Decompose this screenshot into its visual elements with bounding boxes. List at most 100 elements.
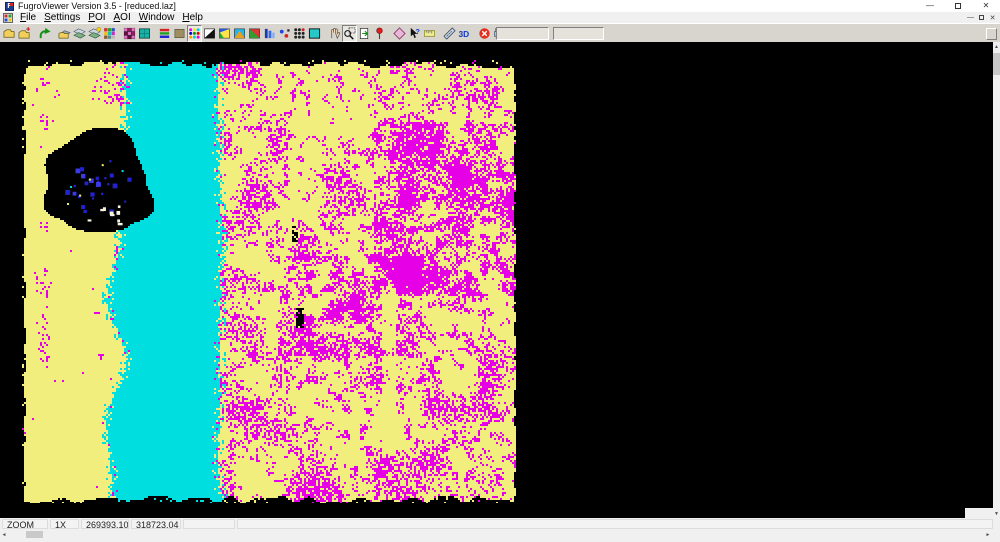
close-red-icon xyxy=(479,27,490,39)
mdi-restore-button[interactable] xyxy=(976,12,987,23)
reload-button[interactable] xyxy=(37,25,52,42)
layers-icon xyxy=(73,28,86,38)
status-bar: ZOOM 1X 269393.10 318723.04 xyxy=(0,518,1000,530)
classification-colors-icon xyxy=(189,27,200,39)
select-area-button[interactable] xyxy=(307,25,322,42)
toolbar-buttons: ? 3D xyxy=(2,24,522,42)
pan-hand-icon xyxy=(331,27,341,39)
close-view-button[interactable] xyxy=(477,25,492,42)
color-by-source-button[interactable] xyxy=(247,25,262,42)
color-by-rgb-button[interactable] xyxy=(217,25,232,42)
document-icon xyxy=(3,12,13,23)
open-project-button[interactable] xyxy=(57,25,72,42)
menu-window[interactable]: Window xyxy=(135,12,179,23)
title-bar: F FugroViewer Version 3.5 - [reduced.laz… xyxy=(0,0,1000,12)
mdi-close-button[interactable]: ✕ xyxy=(987,12,998,23)
elevation-colors-icon xyxy=(159,28,170,38)
rgb-split-icon xyxy=(219,28,230,38)
menu-settings[interactable]: Settings xyxy=(40,12,84,23)
maximize-button[interactable] xyxy=(944,0,972,12)
app-icon: F xyxy=(5,1,14,11)
intensity-bw-icon xyxy=(204,28,215,38)
view-3d-button[interactable]: 3D xyxy=(457,25,472,42)
scroll-up-arrow-icon[interactable]: ▲ xyxy=(993,42,1000,51)
help-cursor-icon: ? xyxy=(410,27,420,38)
status-cell-5 xyxy=(237,519,993,529)
measure-distance-button[interactable] xyxy=(442,25,457,42)
menu-poi[interactable]: POI xyxy=(84,12,109,23)
poi-pin-icon xyxy=(376,27,383,39)
identify-button[interactable]: ? xyxy=(407,25,422,42)
grid-colored-icon xyxy=(104,27,115,39)
close-button[interactable]: ✕ xyxy=(972,0,1000,12)
mdi-window-controls: — ✕ xyxy=(965,12,998,23)
color-by-return-button[interactable] xyxy=(232,25,247,42)
layers-highlight-button[interactable] xyxy=(87,25,102,42)
coordinate-field-y[interactable] xyxy=(553,27,604,40)
intensity-image-icon xyxy=(123,27,136,39)
color-by-intensity-button[interactable] xyxy=(202,25,217,42)
open-file-button[interactable] xyxy=(2,25,17,42)
zoom-window-button[interactable] xyxy=(342,24,357,42)
window-controls: — ✕ xyxy=(916,0,1000,12)
minimize-button[interactable]: — xyxy=(916,0,944,12)
histogram-button[interactable] xyxy=(262,25,277,42)
toolbar: ? 3D xyxy=(0,23,1000,42)
menu-help[interactable]: Help xyxy=(178,12,207,23)
add-file-button[interactable] xyxy=(17,25,32,42)
blue-bars-icon xyxy=(264,28,275,38)
menu-file[interactable]: File xyxy=(16,12,40,23)
vertical-scroll-thumb[interactable] xyxy=(993,53,1000,75)
toolbar-grip[interactable] xyxy=(986,28,997,40)
grid-points-icon xyxy=(294,27,305,39)
svg-text:?: ? xyxy=(415,27,420,36)
open-layers-icon xyxy=(58,29,71,39)
redo-arrow-icon xyxy=(39,27,51,38)
fit-view-button[interactable] xyxy=(357,25,372,42)
grid-view-button[interactable] xyxy=(102,25,117,42)
window-title: FugroViewer Version 3.5 - [reduced.laz] xyxy=(18,1,176,11)
point-grid-button[interactable] xyxy=(292,25,307,42)
scroll-left-arrow-icon[interactable]: ◄ xyxy=(0,530,8,539)
menu-aoi[interactable]: AOI xyxy=(110,12,135,23)
point-cloud-view[interactable] xyxy=(22,60,516,503)
horizontal-scroll-thumb[interactable] xyxy=(26,531,43,538)
zoom-window-icon xyxy=(344,27,356,40)
horizontal-scrollbar[interactable]: ◄ ► xyxy=(0,530,1000,539)
color-split-3-icon xyxy=(249,28,260,38)
poi-button[interactable] xyxy=(372,25,387,42)
color-by-elevation-button[interactable] xyxy=(157,25,172,42)
intensity-image-button[interactable] xyxy=(122,25,137,42)
status-cell-1: 1X xyxy=(50,519,79,529)
single-color-icon xyxy=(174,28,185,38)
profile-points-button[interactable] xyxy=(277,25,292,42)
status-cell-0: ZOOM xyxy=(2,519,48,529)
scroll-right-arrow-icon[interactable]: ► xyxy=(984,530,992,539)
maximize-icon xyxy=(955,3,961,9)
pan-button[interactable] xyxy=(327,25,342,42)
status-cell-3: 318723.04 xyxy=(131,519,181,529)
status-cell-4 xyxy=(183,519,235,529)
measure-note-icon xyxy=(424,29,435,37)
menu-bar: File Settings POI AOI Window Help — ✕ xyxy=(0,12,1000,23)
measure-info-button[interactable] xyxy=(422,25,437,42)
tin-surface-icon xyxy=(139,27,150,39)
client-area xyxy=(0,42,993,518)
color-by-classification-button[interactable] xyxy=(187,24,202,42)
svg-text:3D: 3D xyxy=(458,28,469,38)
fit-page-icon xyxy=(359,27,369,39)
measure-ruler-icon xyxy=(443,26,456,40)
menu-items: File Settings POI AOI Window Help xyxy=(16,12,207,23)
coordinate-field-x[interactable] xyxy=(496,27,549,40)
layers-button[interactable] xyxy=(72,25,87,42)
open-folder-icon xyxy=(3,28,15,38)
mdi-minimize-button[interactable]: — xyxy=(965,12,976,23)
tin-surface-button[interactable] xyxy=(137,25,152,42)
single-color-button[interactable] xyxy=(172,25,187,42)
scroll-down-arrow-icon[interactable]: ▼ xyxy=(993,509,1000,518)
profile-points-icon xyxy=(279,28,290,38)
aoi-diamond-icon xyxy=(393,26,406,40)
vertical-scrollbar[interactable]: ▲ ▼ xyxy=(993,42,1000,518)
view-3d-icon: 3D xyxy=(458,28,469,38)
aoi-button[interactable] xyxy=(392,25,407,42)
